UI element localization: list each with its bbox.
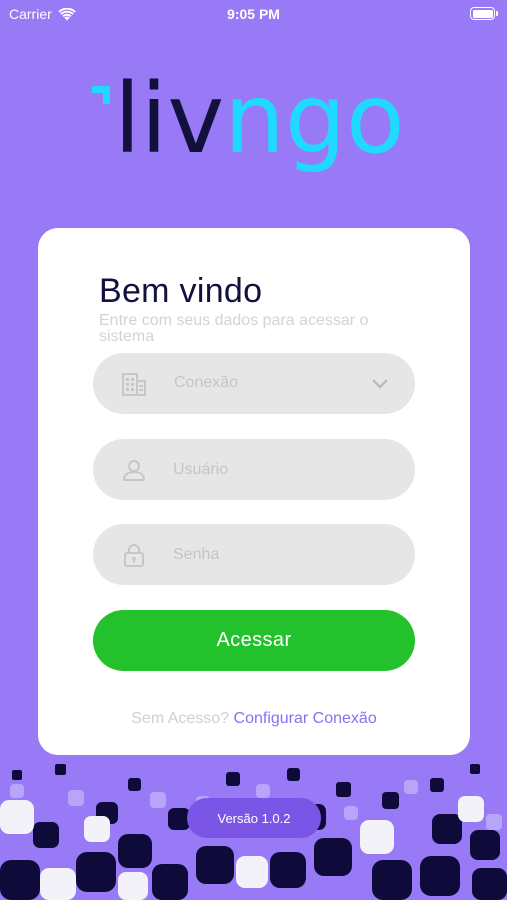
version-badge: Versão 1.0.2: [187, 798, 321, 838]
password-field[interactable]: [93, 524, 415, 585]
livngo-logo: livngo: [92, 68, 405, 175]
no-access-text: Sem Acesso?: [131, 710, 230, 727]
password-input[interactable]: [173, 524, 383, 585]
username-field[interactable]: [93, 439, 415, 500]
lock-icon: [124, 544, 144, 567]
login-card: Bem vindo Entre com seus dados para aces…: [38, 228, 470, 755]
battery-icon: [470, 7, 498, 20]
status-bar: Carrier 9:05 PM: [0, 0, 507, 28]
login-button[interactable]: Acessar: [93, 610, 415, 671]
user-icon: [123, 460, 145, 481]
building-icon: [122, 373, 146, 396]
username-input[interactable]: [173, 439, 383, 500]
welcome-subtitle: Entre com seus dados para acessar o sist…: [99, 312, 369, 345]
welcome-title: Bem vindo: [99, 272, 263, 310]
connection-select[interactable]: Conexão: [93, 353, 415, 414]
chevron-down-icon[interactable]: [371, 375, 389, 393]
status-time: 9:05 PM: [227, 6, 280, 22]
connection-select-value: Conexão: [174, 374, 239, 391]
no-access-row: Sem Acesso? Configurar Conexão: [38, 710, 470, 728]
logo-text: livngo: [114, 68, 405, 175]
configure-connection-link[interactable]: Configurar Conexão: [234, 710, 377, 727]
